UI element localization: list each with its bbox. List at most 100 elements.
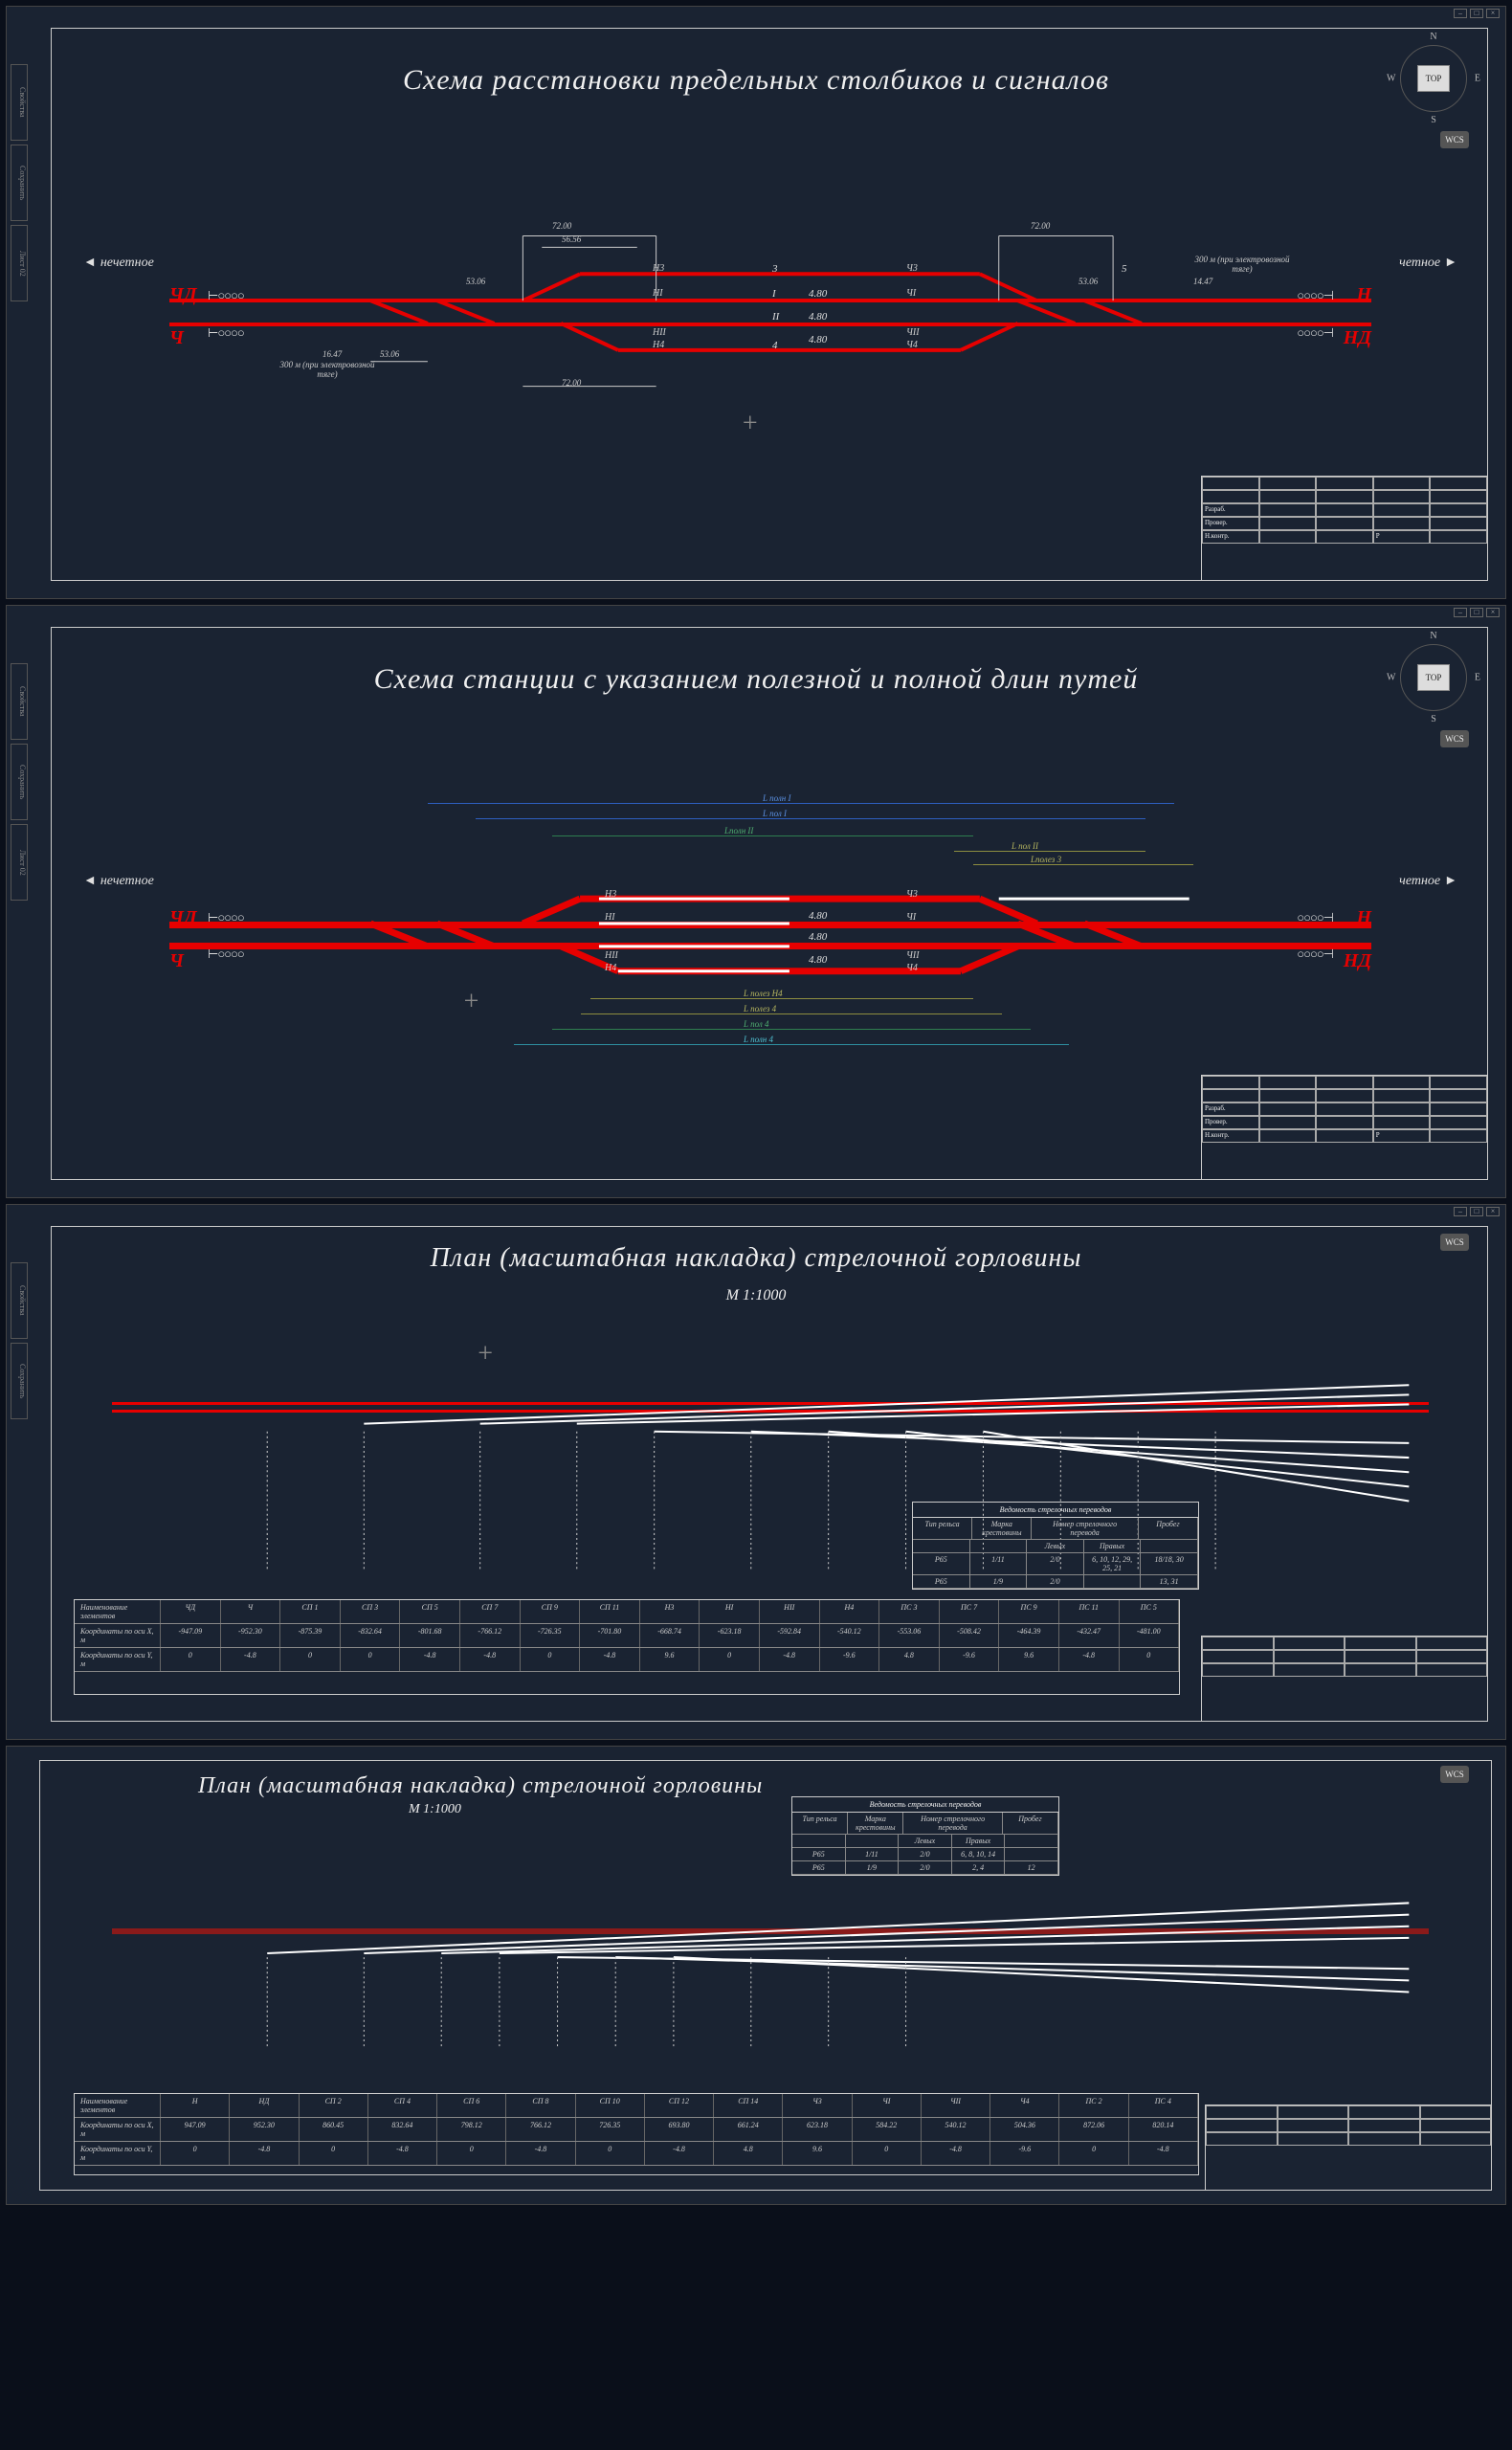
main-red bbox=[112, 1402, 1429, 1405]
title-block bbox=[1201, 1636, 1488, 1722]
close-icon[interactable]: × bbox=[1486, 1207, 1500, 1216]
dim: 53.06 bbox=[466, 277, 485, 286]
len-lbl: L полн 4 bbox=[744, 1035, 773, 1044]
signal-ch: Ч bbox=[169, 950, 184, 972]
direction-even: четное bbox=[1399, 256, 1457, 271]
main-track-II bbox=[169, 943, 1371, 949]
signal-chd: ЧД bbox=[169, 284, 197, 306]
title-block: Разраб. Провер. Н.контр.Р bbox=[1201, 1075, 1488, 1180]
main-track-I bbox=[169, 922, 1371, 928]
minimize-icon[interactable]: – bbox=[1454, 1207, 1467, 1216]
sheet-title: План (масштабная накладка) стрелочной го… bbox=[7, 1773, 1505, 1799]
gap: 4.80 bbox=[809, 311, 827, 323]
title-block: Разраб. Провер. Н.контр.Р bbox=[1201, 476, 1488, 581]
len-lbl: L пол I bbox=[763, 809, 787, 818]
main-track-I bbox=[169, 299, 1371, 302]
direction-even: четное bbox=[1399, 874, 1457, 889]
sig: ЧI bbox=[906, 288, 916, 299]
tb-prover: Провер. bbox=[1202, 517, 1259, 530]
sig: Ч3 bbox=[906, 263, 918, 274]
len-polez-3 bbox=[552, 835, 973, 836]
dist-note-left: 300 м (при электровозной тяге) bbox=[275, 361, 380, 380]
sig: НII bbox=[653, 327, 666, 338]
main-red-dark bbox=[112, 1928, 1429, 1934]
tb-nkontr: Н.контр. bbox=[1202, 530, 1259, 544]
sheet-title: План (масштабная накладка) стрелочной го… bbox=[7, 1243, 1505, 1274]
throat-canvas-2[interactable] bbox=[74, 1823, 1467, 2080]
side-palette-tabs: Свойства Сохранить Лист 02 bbox=[11, 663, 28, 901]
side-tab-2[interactable]: Лист 02 bbox=[11, 225, 28, 301]
coordinate-table: Наименование элементов ЧД Ч СП 1 СП 3 СП… bbox=[74, 1599, 1180, 1695]
sheet-title: Схема станции с указанием полезной и пол… bbox=[7, 663, 1505, 696]
minimize-icon[interactable]: – bbox=[1454, 608, 1467, 617]
drawing-sheet-3: – □ × WCS Свойства Сохранить План (масшт… bbox=[6, 1204, 1506, 1740]
drawing-sheet-4: WCS План (масштабная накладка) стрелочно… bbox=[6, 1746, 1506, 2205]
maximize-icon[interactable]: □ bbox=[1470, 9, 1483, 18]
switch-ledger-table: Ведомость стрелочных переводов Тип рельс… bbox=[791, 1796, 1059, 1876]
dim: 16.47 bbox=[322, 349, 342, 359]
close-icon[interactable]: × bbox=[1486, 9, 1500, 18]
main-track-II bbox=[169, 323, 1371, 326]
ct-rowhead-0: Наименование элементов bbox=[75, 1600, 161, 1623]
origin-cross-icon: + bbox=[464, 987, 479, 1017]
len-poln-4 bbox=[514, 1044, 1069, 1045]
len-poln-3r bbox=[973, 864, 1193, 865]
sig: НI bbox=[653, 288, 663, 299]
len-lbl: Lполн II bbox=[724, 826, 753, 835]
dim: 53.06 bbox=[380, 349, 399, 359]
maximize-icon[interactable]: □ bbox=[1470, 1207, 1483, 1216]
sig: Н3 bbox=[653, 263, 664, 274]
side-palette-tabs: Свойства Сохранить bbox=[11, 1262, 28, 1419]
len-full-I bbox=[428, 803, 1174, 804]
len-N4 bbox=[590, 998, 973, 999]
dim: 53.06 bbox=[1078, 277, 1098, 286]
signal-head-icon: ○○○○⊣ bbox=[1297, 288, 1333, 303]
len-polez-4 bbox=[581, 1013, 1002, 1014]
signal-head-icon: ○○○○⊣ bbox=[1297, 325, 1333, 341]
track-schematic-svg bbox=[74, 141, 1467, 502]
throat-svg-2 bbox=[74, 1823, 1467, 2080]
len-lbl: L полн I bbox=[763, 793, 791, 803]
main-red-2 bbox=[112, 1410, 1429, 1413]
drawing-canvas[interactable]: нечетное четное ЧД Ч Н НД ⊢○○○○ ⊢○○○○ ○○… bbox=[74, 740, 1467, 1102]
drawing-sheet-2: – □ × N S E W TOP WCS Свойства Сохранить… bbox=[6, 605, 1506, 1198]
signal-n: Н bbox=[1356, 907, 1371, 929]
switch-ledger-table: Ведомость стрелочных переводов Тип рельс… bbox=[912, 1502, 1199, 1590]
len-lbl: L пол II bbox=[1012, 841, 1038, 851]
signal-head-icon: ⊢○○○○ bbox=[208, 288, 244, 303]
signal-nd: НД bbox=[1344, 950, 1371, 972]
window-controls: – □ × bbox=[1454, 1207, 1500, 1216]
direction-odd: нечетное bbox=[83, 874, 154, 889]
scale-label: М 1:1000 bbox=[7, 1287, 1505, 1304]
gap: 4.80 bbox=[809, 334, 827, 345]
dist-note-right: 300 м (при электровозной тяге) bbox=[1190, 256, 1295, 275]
dim: 56.56 bbox=[562, 234, 581, 244]
scale-label: М 1:1000 bbox=[7, 1802, 1505, 1817]
signal-ch: Ч bbox=[169, 327, 184, 349]
len-lbl: Lполез 3 bbox=[1031, 855, 1061, 864]
len-lbl: L пол 4 bbox=[744, 1019, 769, 1029]
drawing-canvas[interactable]: нечетное четное ЧД Ч Н НД ⊢○○○○ ⊢○○○○ ○○… bbox=[74, 141, 1467, 502]
coordinate-table: Наименование элементов Н НД СП 2 СП 4 СП… bbox=[74, 2093, 1199, 2175]
signal-chd: ЧД bbox=[169, 907, 197, 929]
sig: ЧII bbox=[906, 327, 920, 338]
window-controls: – □ × bbox=[1454, 9, 1500, 18]
maximize-icon[interactable]: □ bbox=[1470, 608, 1483, 617]
track-num: 3 bbox=[772, 263, 778, 275]
side-palette-tabs: Свойства Сохранить Лист 02 bbox=[11, 64, 28, 301]
gap: 4.80 bbox=[809, 288, 827, 300]
track-num: II bbox=[772, 311, 779, 323]
minimize-icon[interactable]: – bbox=[1454, 9, 1467, 18]
title-block bbox=[1205, 2105, 1492, 2191]
throat-svg bbox=[74, 1310, 1467, 1595]
throat-canvas[interactable]: + bbox=[74, 1310, 1467, 1595]
dim: 72.00 bbox=[562, 378, 581, 388]
close-icon[interactable]: × bbox=[1486, 608, 1500, 617]
sig: Н4 bbox=[653, 340, 664, 350]
len-pol-I bbox=[476, 818, 1145, 819]
drawing-sheet-1: – □ × N S E W TOP WCS Свойства Сохранить… bbox=[6, 6, 1506, 599]
window-controls: – □ × bbox=[1454, 608, 1500, 617]
signal-nd: НД bbox=[1344, 327, 1371, 349]
origin-cross-icon: + bbox=[478, 1339, 493, 1370]
side-tab-1[interactable]: Сохранить bbox=[11, 145, 28, 221]
